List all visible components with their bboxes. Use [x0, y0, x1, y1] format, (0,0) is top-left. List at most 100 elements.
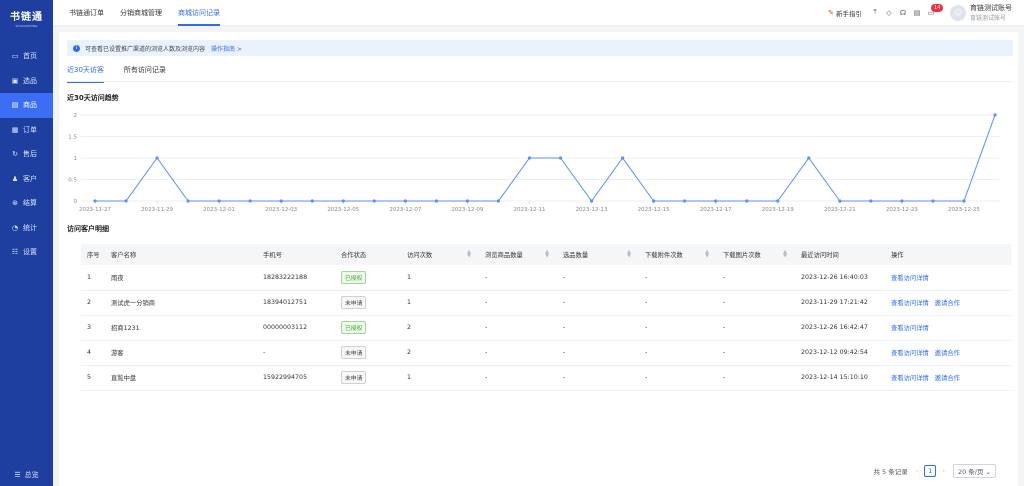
- guide-button[interactable]: ✎ 新手指引: [828, 8, 862, 18]
- column-header: 序号: [81, 244, 105, 265]
- logo-subtitle: SHULIANTONG: [15, 24, 38, 28]
- x-tick-label: 2023-11-29: [141, 207, 173, 213]
- x-tick-label: 2023-12-13: [576, 207, 608, 213]
- data-point: [248, 199, 252, 203]
- sub-tab-0[interactable]: 近30天访客: [67, 65, 104, 83]
- data-point: [807, 156, 811, 160]
- page-1-button[interactable]: 1: [924, 465, 937, 477]
- guide-link[interactable]: 操作指南 >: [211, 44, 242, 53]
- sidebar-overview-button[interactable]: ☰ 总览: [0, 470, 53, 480]
- column-header[interactable]: 选品数量 ▲ ▼: [557, 244, 639, 265]
- data-point: [155, 156, 159, 160]
- sort-icon[interactable]: ▲ ▼: [627, 250, 631, 259]
- next-page-icon[interactable]: ›: [942, 467, 945, 475]
- trend-chart: 0 0.5 1 1.5 2 2023-11-27 2023-11-29 2023-12-01 2…: [68, 113, 999, 213]
- prev-page-icon[interactable]: ‹: [916, 467, 919, 475]
- upload-icon[interactable]: ⤒: [870, 8, 880, 17]
- column-header-label: 选品数量: [563, 252, 589, 259]
- user-info[interactable]: 育链测试账号 育链测试账号: [970, 3, 1012, 22]
- column-header[interactable]: 浏览商品数量 ▲ ▼: [479, 244, 557, 265]
- data-point: [714, 199, 718, 203]
- x-tick-label: 2023-12-15: [638, 207, 670, 213]
- cell-no: 5: [81, 365, 105, 391]
- detail-title: 访问客户明细: [67, 225, 109, 233]
- data-point: [558, 156, 563, 160]
- top-tab-0[interactable]: 书链通订单: [61, 0, 112, 26]
- data-point: [652, 199, 656, 203]
- view-detail-link[interactable]: 查看访问详情: [891, 275, 929, 282]
- y-tick-label: 0.5: [68, 178, 77, 184]
- cell-select: -: [557, 265, 639, 291]
- sidebar-item-2[interactable]: ▤ 商品: [0, 93, 53, 118]
- cell-name: 测试虎一分销商: [105, 290, 257, 316]
- column-header-label: 最近访问时间: [801, 252, 839, 259]
- x-tick-label: 2023-12-19: [762, 207, 794, 213]
- cell-name: 雨夜: [105, 265, 257, 291]
- column-header: 操作: [885, 244, 1011, 265]
- cell-no: 1: [81, 265, 105, 291]
- cell-select: -: [557, 340, 639, 366]
- sort-icon[interactable]: ▲ ▼: [545, 250, 549, 259]
- sidebar-item-3[interactable]: ▦ 订单: [0, 118, 53, 143]
- table-row: 1 雨夜 18283222188 已授权 1- - - -2023-12-26 16:40:0…: [81, 265, 1011, 291]
- top-tab-2[interactable]: 商城访问记录: [170, 0, 228, 26]
- top-right-tools: ✎ 新手指引 ⤒ ◇ ☊ ▤ ▭ 14 ☺ 育链测试账号 育链测试账号: [828, 3, 1024, 22]
- top-tab-1[interactable]: 分销商城管理: [112, 0, 170, 26]
- cell-dl_img: -: [717, 340, 795, 366]
- document-icon[interactable]: ▤: [912, 9, 922, 17]
- top-bar: 书链通订单 分销商城管理 商城访问记录 ✎ 新手指引 ⤒ ◇ ☊ ▤ ▭ 14 ☺ 育…: [53, 0, 1024, 26]
- status-badge: 未申请: [341, 346, 367, 359]
- visitor-table: 序号 客户名称 手机号 合作状态 访问次数 ▲ ▼ 浏览商品数量 ▲ ▼ 选品数量 ▲ ▼ 下载附件次数 ▲…: [81, 244, 1011, 391]
- sort-icon[interactable]: ▲ ▼: [467, 250, 471, 259]
- column-header[interactable]: 访问次数 ▲ ▼: [401, 244, 479, 265]
- data-point: [962, 199, 966, 203]
- sidebar-item-0[interactable]: ▭ 首页: [0, 44, 53, 69]
- cell-status: 未申请: [335, 365, 401, 391]
- avatar[interactable]: ☺: [950, 4, 966, 21]
- data-point: [372, 199, 376, 203]
- sidebar-footer-label: 总览: [24, 471, 39, 479]
- cell-dl_img: -: [717, 315, 795, 341]
- column-header-label: 下载附件次数: [645, 252, 683, 259]
- view-detail-link[interactable]: 查看访问详情: [891, 300, 929, 307]
- invite-link[interactable]: 邀请合作: [935, 375, 960, 382]
- sidebar-item-6[interactable]: ⊛ 结算: [0, 191, 53, 216]
- sidebar-item-label: 售后: [23, 150, 37, 159]
- headset-icon[interactable]: ☊: [898, 9, 908, 17]
- invite-link[interactable]: 邀请合作: [935, 350, 960, 357]
- diamond-icon[interactable]: ◇: [884, 9, 894, 17]
- column-header-label: 合作状态: [341, 252, 367, 259]
- data-point: [869, 199, 873, 203]
- y-tick-label: 0: [74, 199, 78, 205]
- data-point: [341, 199, 345, 203]
- column-header[interactable]: 下载附件次数 ▲ ▼: [639, 244, 717, 265]
- column-header[interactable]: 下载图片次数 ▲ ▼: [717, 244, 795, 265]
- guide-icon: ✎: [828, 8, 834, 17]
- sidebar-item-5[interactable]: ♟ 客户: [0, 167, 53, 192]
- column-header: 最近访问时间: [795, 244, 885, 265]
- cell-no: 3: [81, 315, 105, 341]
- sidebar-nav: ▭ 首页 ▣ 选品 ▤ 商品 ▦ 订单 ↻ 售后 ♟ 客户 ⊛ 结算 ◔ 统计 ☷ 设置: [0, 44, 53, 265]
- data-point: [124, 199, 128, 203]
- notification-icon[interactable]: ▭ 14: [926, 3, 944, 17]
- view-detail-link[interactable]: 查看访问详情: [891, 375, 929, 382]
- y-tick-label: 2: [74, 113, 78, 119]
- table-row: 3 招商1231 00000003112 已授权 2- - - -2023-12-26 16:…: [81, 315, 1011, 341]
- sidebar-item-1[interactable]: ▣ 选品: [0, 69, 53, 94]
- sort-icon[interactable]: ▲ ▼: [705, 250, 709, 259]
- column-header-label: 手机号: [263, 252, 282, 259]
- data-point: [620, 156, 625, 160]
- x-tick-label: 2023-12-23: [886, 207, 918, 213]
- data-point: [527, 156, 532, 160]
- logo[interactable]: 书链通 SHULIANTONG: [0, 0, 53, 36]
- view-detail-link[interactable]: 查看访问详情: [891, 350, 929, 357]
- invite-link[interactable]: 邀请合作: [935, 300, 960, 307]
- page-size-select[interactable]: 20 条/页 ⌄: [952, 464, 996, 478]
- sidebar-item-8[interactable]: ☷ 设置: [0, 240, 53, 265]
- sidebar-item-7[interactable]: ◔ 统计: [0, 216, 53, 241]
- sidebar-item-4[interactable]: ↻ 售后: [0, 142, 53, 167]
- sub-tab-1[interactable]: 所有访问记录: [124, 65, 166, 79]
- view-detail-link[interactable]: 查看访问详情: [891, 325, 929, 332]
- sort-icon[interactable]: ▲ ▼: [783, 250, 787, 259]
- data-point: [434, 199, 438, 203]
